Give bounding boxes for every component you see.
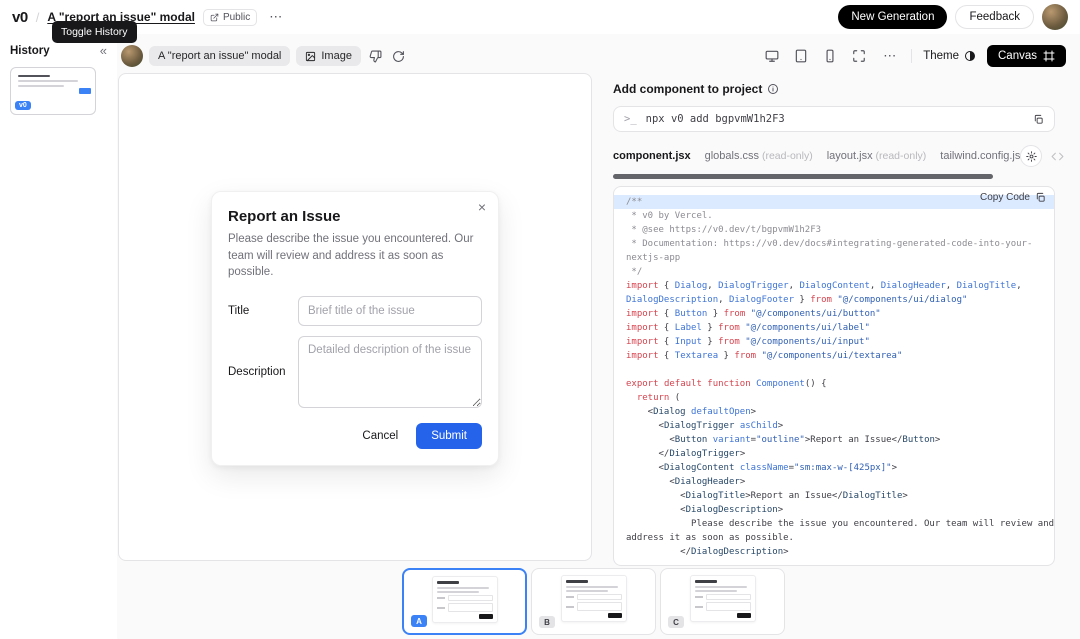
modal-description: Please describe the issue you encountere…	[228, 233, 474, 279]
tab-globals.css[interactable]: globals.css (read-only)	[705, 150, 813, 162]
code-tabs: component.jsx globals.css (read-only) layo…	[613, 150, 1020, 162]
frame-icon	[1043, 50, 1055, 62]
new-generation-button[interactable]: New Generation	[838, 5, 948, 29]
feedback-button[interactable]: Feedback	[955, 5, 1034, 29]
app-header: v0 / A "report an issue" modal Public ⋯ …	[0, 0, 1080, 34]
thumbs-down-button[interactable]	[367, 48, 384, 65]
tablet-view-button[interactable]	[792, 47, 810, 65]
prompt-avatar[interactable]	[121, 45, 143, 67]
theme-label: Theme	[923, 50, 959, 62]
canvas-label: Canvas	[998, 50, 1037, 62]
preview-canvas: × Report an Issue Please describe the is…	[118, 73, 592, 561]
collapse-sidebar-button[interactable]: «	[100, 43, 107, 58]
history-sidebar: History « v0	[0, 34, 117, 639]
monitor-icon	[765, 50, 779, 62]
expand-icon	[853, 50, 866, 62]
title-label: Title	[228, 305, 250, 318]
workspace: A "report an issue" modal Image ⋯ Theme …	[117, 34, 1080, 639]
tablet-icon	[795, 49, 807, 63]
history-title: History	[10, 44, 50, 57]
fullscreen-button[interactable]	[850, 47, 868, 65]
report-issue-modal: × Report an Issue Please describe the is…	[211, 191, 499, 467]
v0-app: v0 / A "report an issue" modal Public ⋯ …	[0, 0, 1080, 639]
modal-title: Report an Issue	[228, 208, 341, 225]
toggle-history-tooltip: Toggle History	[52, 21, 137, 43]
description-textarea[interactable]	[298, 336, 482, 409]
copy-command-button[interactable]	[1033, 114, 1044, 125]
copy-code-label: Copy Code	[979, 192, 1030, 203]
variants-row: A B C	[402, 568, 785, 635]
canvas-toolbar: A "report an issue" modal Image ⋯ Theme …	[121, 44, 1066, 68]
code-panel: Add component to project >_ npx v0 add b…	[613, 82, 1064, 566]
user-avatar[interactable]	[1042, 4, 1068, 30]
variant-b[interactable]: B	[531, 568, 656, 635]
version-badge: v0	[15, 101, 31, 110]
v0-logo[interactable]: v0	[12, 9, 28, 26]
phone-icon	[826, 49, 834, 63]
add-component-heading: Add component to project	[613, 82, 763, 96]
external-link-icon	[210, 13, 219, 21]
code-view-toggle[interactable]	[1051, 150, 1064, 163]
image-chip-label: Image	[321, 50, 352, 62]
code-block[interactable]: /** * v0 by Vercel. * @see https://v0.de…	[614, 187, 1054, 559]
thumbs-down-icon	[369, 50, 382, 62]
theme-icon	[965, 51, 975, 61]
theme-button[interactable]: Theme	[923, 50, 976, 62]
variant-label-badge: B	[539, 616, 555, 628]
copy-code-button[interactable]: Copy Code	[980, 192, 1046, 203]
code-tabs-row: component.jsx globals.css (read-only) layo…	[613, 145, 1064, 167]
install-command: npx v0 add bgpvmW1h2F3	[645, 113, 785, 125]
breadcrumb-separator: /	[35, 9, 40, 25]
tab-layout.jsx[interactable]: layout.jsx (read-only)	[827, 150, 927, 162]
history-preview-accent	[79, 88, 91, 94]
header-more-button[interactable]: ⋯	[265, 7, 286, 27]
variant-preview	[689, 575, 756, 622]
title-input[interactable]	[298, 296, 482, 327]
settings-button[interactable]	[1020, 145, 1043, 167]
install-command-box: >_ npx v0 add bgpvmW1h2F3	[613, 106, 1055, 132]
copy-icon	[1034, 114, 1043, 124]
tab-tailwind.config.js[interactable]: tailwind.config.js	[940, 150, 1020, 162]
variant-preview	[560, 575, 627, 622]
toolbar-more-button[interactable]: ⋯	[879, 46, 900, 66]
submit-button[interactable]: Submit	[416, 423, 482, 450]
prompt-chip[interactable]: A "report an issue" modal	[149, 46, 291, 66]
copy-icon	[1036, 192, 1045, 202]
toolbar-divider	[911, 49, 913, 63]
code-icon	[1051, 152, 1064, 160]
visibility-label: Public	[222, 11, 251, 23]
image-attachment-chip[interactable]: Image	[296, 46, 361, 66]
image-icon	[306, 51, 316, 61]
cancel-button[interactable]: Cancel	[350, 423, 410, 449]
variant-c[interactable]: C	[660, 568, 785, 635]
info-icon[interactable]	[767, 83, 779, 95]
tabs-scrollbar[interactable]	[613, 174, 993, 179]
terminal-prompt-icon: >_	[624, 113, 637, 125]
close-icon[interactable]: ×	[478, 200, 486, 214]
visibility-badge[interactable]: Public	[202, 8, 258, 26]
history-item[interactable]: v0	[10, 67, 96, 115]
history-item-preview	[18, 75, 88, 90]
desktop-view-button[interactable]	[763, 47, 781, 65]
mobile-view-button[interactable]	[821, 47, 839, 65]
variant-label-badge: A	[411, 615, 427, 627]
refresh-icon	[393, 50, 404, 62]
variant-preview	[431, 576, 498, 623]
canvas-button[interactable]: Canvas	[987, 45, 1066, 67]
gear-icon	[1026, 150, 1037, 162]
regenerate-button[interactable]	[390, 48, 407, 65]
variant-label-badge: C	[668, 616, 684, 628]
description-label: Description	[228, 366, 286, 379]
variant-a[interactable]: A	[402, 568, 527, 635]
tab-component.jsx[interactable]: component.jsx	[613, 150, 691, 162]
code-viewer: Copy Code /** * v0 by Vercel. * @see htt…	[613, 186, 1055, 566]
